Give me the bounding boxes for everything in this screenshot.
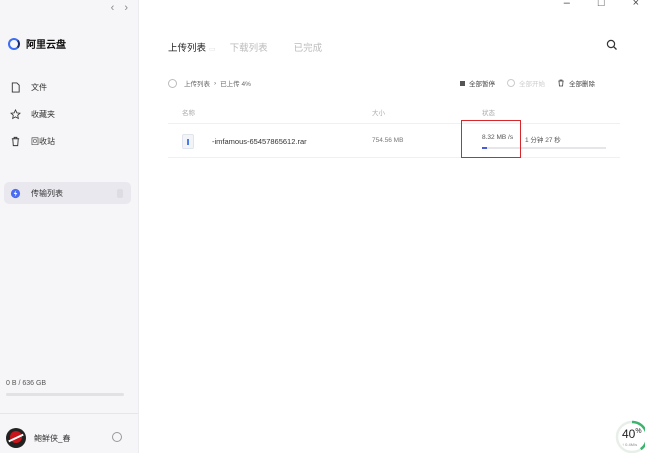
sidebar-item-label: 回收站: [31, 136, 55, 146]
sidebar-item-transfers[interactable]: 传输列表: [4, 182, 131, 204]
nav-arrows: ‹ ›: [111, 2, 128, 14]
file-size: 754.56 MB: [372, 137, 404, 144]
breadcrumb-separator: ›: [214, 79, 217, 87]
storage-usage-bar: [6, 393, 124, 396]
star-icon: [10, 108, 21, 119]
start-all-label: 全部开始: [519, 81, 545, 88]
maximize-icon[interactable]: □: [598, 0, 605, 9]
close-icon[interactable]: ×: [633, 0, 639, 9]
brand: 阿里云盘: [8, 36, 66, 51]
delete-all-button[interactable]: 全部删除: [557, 78, 595, 88]
storage-usage-text: 0 B / 636 GB: [6, 380, 47, 387]
user-profile[interactable]: 鲍鲜侠_春: [6, 428, 70, 448]
play-icon: [507, 79, 515, 87]
minimize-icon[interactable]: –: [564, 0, 570, 9]
sidebar-item-label: 收藏夹: [31, 109, 55, 119]
percent-value: 40: [622, 427, 636, 441]
sidebar-item-label: 文件: [31, 82, 47, 92]
transfer-count-badge: [117, 188, 123, 198]
tab-count-badge: ▭: [209, 46, 216, 53]
sidebar: ‹ › 阿里云盘 文件 收藏夹 回收站 传输列表 0 B / 636 GB 鲍鲜…: [0, 0, 139, 453]
back-arrow-icon[interactable]: ‹: [111, 2, 115, 14]
sidebar-divider: [0, 413, 138, 414]
aliyun-drive-logo-icon: [8, 37, 20, 50]
speed-highlight-box: [461, 120, 521, 158]
breadcrumb: 上传列表 › 已上传 4%: [168, 78, 251, 88]
start-all-button[interactable]: 全部开始: [507, 78, 545, 88]
pause-icon: [460, 80, 465, 86]
column-header-status: 状态: [482, 110, 495, 117]
bulk-actions: 全部暂停 全部开始 全部删除: [460, 78, 595, 88]
brand-name: 阿里云盘: [26, 40, 66, 51]
sidebar-item-files[interactable]: 文件: [0, 76, 139, 98]
forward-arrow-icon[interactable]: ›: [124, 2, 128, 14]
file-name: -imfamous-65457865612.rar: [212, 137, 307, 146]
avatar: [6, 428, 26, 448]
overall-progress-speed: ↑ 0.4M/s: [622, 442, 638, 447]
user-settings-icon[interactable]: [112, 432, 122, 442]
column-header-name: 名称: [182, 110, 195, 117]
user-name: 鲍鲜侠_春: [34, 433, 71, 443]
sidebar-item-label: 传输列表: [31, 188, 63, 198]
sidebar-item-trash[interactable]: 回收站: [0, 130, 139, 152]
file-icon: [182, 134, 194, 149]
select-all-radio[interactable]: [168, 78, 177, 88]
trash-icon: [11, 136, 20, 146]
tab-upload[interactable]: 上传列表 ▭: [168, 40, 216, 54]
breadcrumb-root[interactable]: 上传列表: [184, 78, 210, 88]
file-icon: [11, 81, 20, 93]
percent-unit: %: [635, 428, 642, 435]
delete-all-label: 全部删除: [569, 81, 595, 88]
trash-icon: [558, 79, 564, 87]
tab-download[interactable]: 下载列表: [230, 40, 268, 54]
time-remaining: 1 分钟 27 秒: [525, 137, 561, 144]
lightning-icon: [10, 188, 21, 198]
table-row[interactable]: -imfamous-65457865612.rar 754.56 MB 8.32…: [168, 123, 620, 158]
overall-progress-percent: 40%: [622, 427, 642, 441]
sidebar-item-favorites[interactable]: 收藏夹: [0, 103, 139, 125]
column-header-size: 大小: [372, 110, 385, 117]
search-icon[interactable]: [606, 39, 618, 51]
tab-completed[interactable]: 已完成: [294, 40, 323, 54]
breadcrumb-current: 已上传 4%: [220, 81, 251, 88]
pause-all-button[interactable]: 全部暂停: [460, 78, 495, 88]
tab-label: 上传列表: [168, 43, 207, 54]
pause-all-label: 全部暂停: [469, 81, 495, 88]
transfer-tabs: 上传列表 ▭ 下载列表 已完成: [168, 40, 322, 54]
window-controls: – □ ×: [564, 0, 639, 9]
